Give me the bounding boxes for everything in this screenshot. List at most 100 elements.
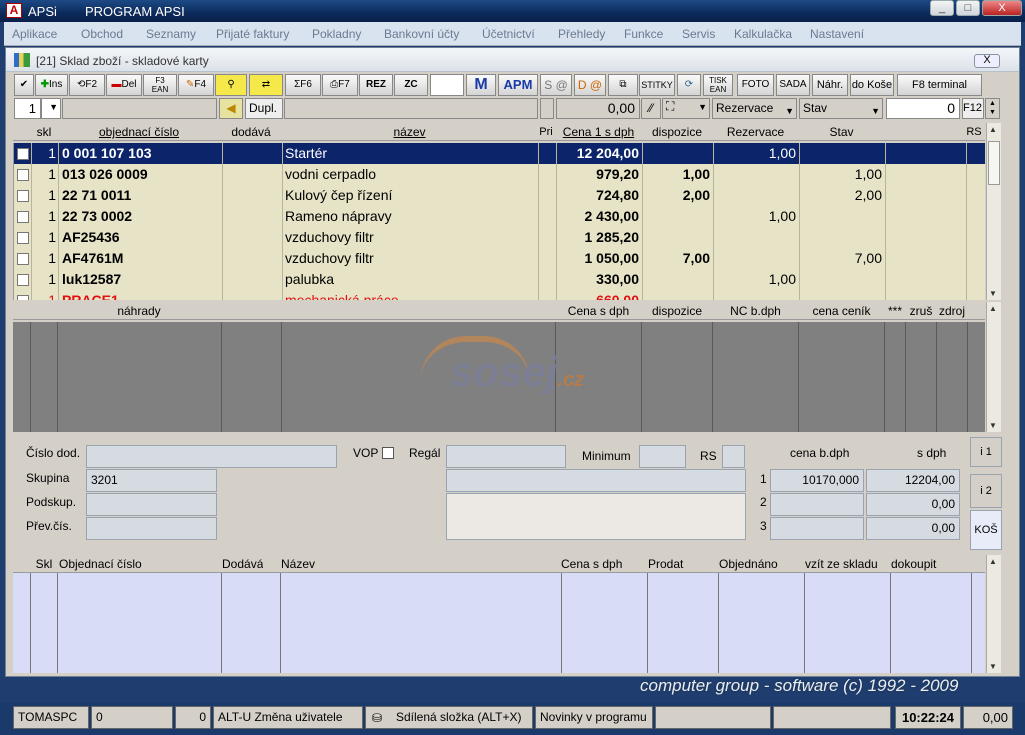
row-checkbox[interactable]	[17, 169, 29, 181]
col-cenik[interactable]: cena ceník	[799, 302, 884, 320]
menu-prijate-faktury[interactable]: Přijaté faktury	[216, 27, 289, 41]
menu-prehledy[interactable]: Přehledy	[558, 27, 605, 41]
table-row[interactable]: 1 AF4761M vzduchovy filtr 1 050,00 7,00 7,00	[14, 248, 985, 269]
sum-f6-button[interactable]: ΣF6	[285, 74, 321, 96]
insert-button[interactable]: ✚Ins	[35, 74, 68, 96]
edit-f2-button[interactable]: ⟲F2	[69, 74, 105, 96]
table-row[interactable]: 1 luk12587 palubka 330,00 1,00	[14, 269, 985, 290]
confirm-button[interactable]: ✔	[14, 74, 34, 96]
regal-field[interactable]	[446, 445, 566, 468]
skupina-name-field[interactable]	[446, 469, 746, 492]
name-filter-field[interactable]	[284, 98, 538, 119]
sync-button[interactable]: ⟳	[677, 74, 701, 96]
refresh-button[interactable]: ⇄	[249, 74, 283, 96]
col-stars[interactable]: ***	[885, 302, 905, 320]
scroll-thumb[interactable]	[988, 141, 1000, 185]
col-basket-vzit[interactable]: vzít ze skladu	[805, 555, 890, 573]
col-basket-cena[interactable]: Cena s dph	[561, 555, 646, 573]
delete-button[interactable]: ▬Del	[106, 74, 142, 96]
spin-button[interactable]: ▲ ▼	[985, 98, 1000, 119]
close-button[interactable]: X	[982, 0, 1022, 16]
row-checkbox[interactable]	[17, 253, 29, 265]
price-2-sdph-field[interactable]: 0,00	[866, 493, 960, 516]
back-arrow-button[interactable]: ◀	[219, 98, 243, 119]
window-button[interactable]: ⧉	[608, 74, 638, 96]
col-stav[interactable]: Stav	[799, 123, 884, 141]
tab-i1[interactable]: i 1	[970, 437, 1002, 467]
print-f7-button[interactable]: ⎙F7	[322, 74, 358, 96]
menu-funkce[interactable]: Funkce	[624, 27, 663, 41]
stav-dropdown[interactable]: Stav	[799, 98, 883, 121]
skl-filter-field[interactable]: 1	[14, 98, 41, 119]
col-sub-cena[interactable]: Cena s dph	[556, 302, 641, 320]
col-basket-nazev[interactable]: Název	[281, 555, 315, 573]
rezervace-dropdown[interactable]: Rezervace	[712, 98, 797, 121]
skl-filter-dropdown[interactable]	[41, 98, 61, 119]
menu-aplikace[interactable]: Aplikace	[12, 27, 57, 41]
code-filter-field[interactable]	[62, 98, 217, 119]
vop-checkbox[interactable]	[382, 447, 394, 459]
note-textarea[interactable]	[446, 493, 746, 540]
blank-button[interactable]	[430, 74, 464, 96]
col-nahrady[interactable]: náhrady	[58, 302, 220, 320]
col-rs[interactable]: RS	[965, 123, 983, 141]
cislo-dod-field[interactable]	[86, 445, 337, 468]
table-row[interactable]: 1 0 001 107 103 Startér 12 204,00 1,00	[14, 143, 985, 164]
row-checkbox[interactable]	[17, 148, 29, 160]
price-1-sdph-field[interactable]: 12204,00	[866, 469, 960, 492]
col-dodava[interactable]: dodává	[222, 123, 280, 141]
menu-bankovni-ucty[interactable]: Bankovní účty	[384, 27, 459, 41]
col-basket-skl[interactable]: Skl	[31, 555, 57, 573]
row-checkbox[interactable]	[17, 190, 29, 202]
row-checkbox[interactable]	[17, 274, 29, 286]
binoculars-dropdown[interactable]: ⛶	[662, 98, 710, 119]
basket-scrollbar[interactable]: ▲ ▼	[986, 555, 1001, 673]
search-button[interactable]: ⚲	[215, 74, 247, 96]
menu-nastaveni[interactable]: Nastavení	[810, 27, 864, 41]
rs-field[interactable]	[722, 445, 745, 468]
dupl-button[interactable]: Dupl.	[245, 98, 283, 119]
col-basket-dokoupit[interactable]: dokoupit	[891, 555, 976, 573]
zc-button[interactable]: ZC	[394, 74, 428, 96]
nahr-button[interactable]: Náhr.	[812, 74, 848, 96]
menu-ucetnictvi[interactable]: Účetnictví	[482, 27, 535, 41]
menu-kalkulacka[interactable]: Kalkulačka	[734, 27, 792, 41]
menu-servis[interactable]: Servis	[682, 27, 715, 41]
col-rezervace[interactable]: Rezervace	[713, 123, 798, 141]
col-sub-dispozice[interactable]: dispozice	[642, 302, 712, 320]
s-at-button[interactable]: S @	[540, 74, 572, 96]
menu-seznamy[interactable]: Seznamy	[146, 27, 196, 41]
d-at-button[interactable]: D @	[574, 74, 606, 96]
table-row[interactable]: 1 013 026 0009 vodni cerpadlo 979,20 1,00 1,0…	[14, 164, 985, 185]
col-basket-objednaci[interactable]: Objednací číslo	[59, 555, 142, 573]
col-basket-objednano[interactable]: Objednáno	[719, 555, 804, 573]
f4-button[interactable]: ✎F4	[178, 74, 214, 96]
tab-i2[interactable]: i 2	[970, 474, 1002, 508]
col-nc[interactable]: NC b.dph	[713, 302, 798, 320]
col-pri[interactable]: Pri	[538, 123, 554, 141]
foto-button[interactable]: FOTO	[737, 74, 774, 96]
count-field[interactable]: 0	[886, 98, 960, 119]
skupina-field[interactable]: 3201	[86, 469, 217, 492]
minimize-button[interactable]: _	[930, 0, 954, 16]
stitky-button[interactable]: STITKY	[639, 74, 675, 96]
col-skl[interactable]: skl	[31, 123, 57, 141]
apm-button[interactable]: APM	[498, 74, 538, 96]
prev-cis-field[interactable]	[86, 517, 217, 540]
row-checkbox[interactable]	[17, 232, 29, 244]
col-basket-prodat[interactable]: Prodat	[648, 555, 718, 573]
col-nazev[interactable]: název	[282, 123, 537, 141]
table-row[interactable]: 1 22 73 0002 Rameno nápravy 2 430,00 1,00	[14, 206, 985, 227]
table-row[interactable]: 1 22 71 0011 Kulový čep řízení 724,80 2,00 2,…	[14, 185, 985, 206]
maximize-button[interactable]: □	[956, 0, 980, 16]
tab-kos[interactable]: KOŠ	[970, 510, 1002, 550]
price-3-sdph-field[interactable]: 0,00	[866, 517, 960, 540]
podskup-field[interactable]	[86, 493, 217, 516]
row-checkbox[interactable]	[17, 295, 29, 300]
col-basket-dodava[interactable]: Dodává	[222, 555, 263, 573]
do-kose-button[interactable]: do Koše	[850, 74, 894, 96]
slash-button[interactable]: ⁄⁄	[641, 98, 661, 119]
rez-button[interactable]: REZ	[359, 74, 393, 96]
col-zdroj[interactable]: zdroj	[937, 302, 967, 320]
col-objednaci-cislo[interactable]: objednací číslo	[58, 123, 220, 141]
